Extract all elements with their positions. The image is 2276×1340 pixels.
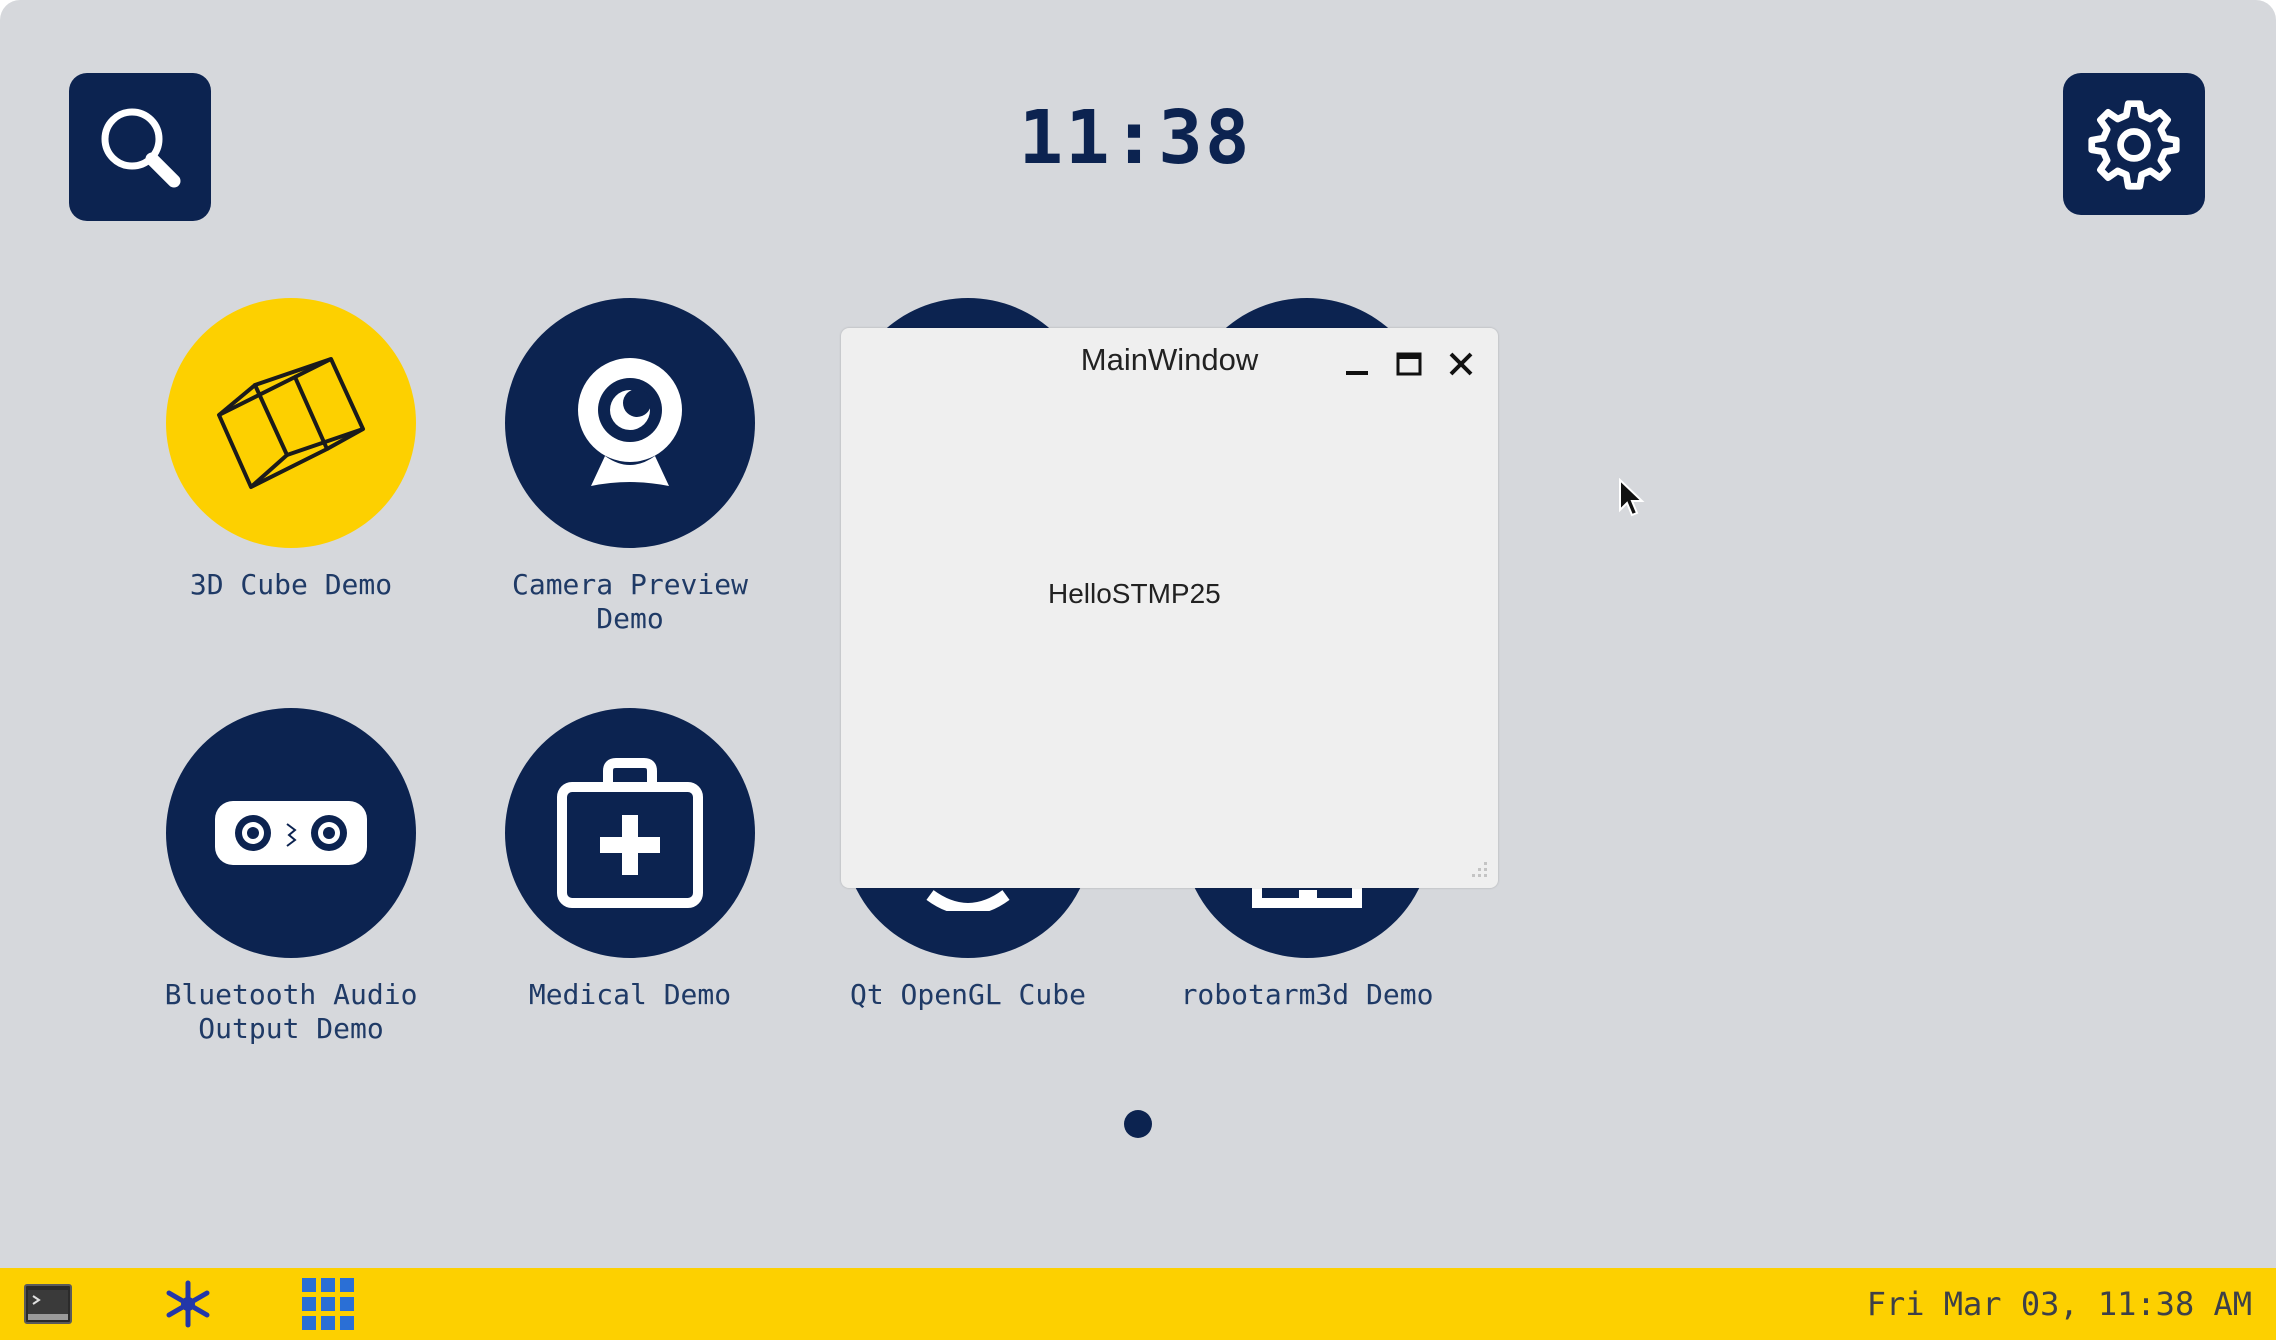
window-titlebar[interactable]: MainWindow	[841, 328, 1498, 394]
app-label: Medical Demo	[528, 978, 732, 1011]
app-label: Bluetooth Audio Output Demo	[164, 978, 418, 1045]
app-icon-circle	[166, 708, 416, 958]
taskbar: Fri Mar 03, 11:38 AM	[0, 1268, 2276, 1340]
window-content-label: HelloSTMP25	[1048, 578, 1221, 609]
app-3d-cube-demo[interactable]: 3D Cube Demo	[121, 298, 461, 602]
app-icon-circle	[505, 708, 755, 958]
speaker-icon	[215, 801, 367, 865]
app-label: Qt OpenGL Cube	[849, 978, 1086, 1011]
terminal-icon	[24, 1284, 72, 1324]
app-medical-demo[interactable]: Medical Demo	[460, 708, 800, 1012]
page-indicator-dot[interactable]	[1124, 1110, 1152, 1138]
cube-icon	[217, 357, 365, 489]
close-button[interactable]	[1443, 346, 1479, 382]
app-label: 3D Cube Demo	[189, 568, 393, 601]
close-icon	[1449, 352, 1473, 376]
resize-grip-icon[interactable]	[1466, 856, 1490, 880]
gear-icon	[2088, 100, 2180, 190]
app-grid-button[interactable]	[298, 1276, 358, 1332]
launcher-button[interactable]	[160, 1276, 216, 1332]
maximize-button[interactable]	[1391, 346, 1427, 382]
search-icon	[101, 108, 181, 188]
minimize-icon	[1346, 371, 1368, 375]
app-icon-circle	[166, 298, 416, 548]
app-icon-circle	[505, 298, 755, 548]
webcam-icon	[578, 358, 682, 486]
settings-button[interactable]	[2063, 73, 2205, 215]
taskbar-datetime[interactable]: Fri Mar 03, 11:38 AM	[1867, 1282, 2252, 1326]
app-label: Camera Preview Demo	[511, 568, 748, 635]
medical-kit-icon	[557, 758, 703, 908]
main-window: MainWindow HelloSTMP25	[841, 328, 1498, 888]
mouse-cursor-icon	[1619, 478, 1645, 517]
app-label: robotarm3d Demo	[1180, 978, 1434, 1011]
maximize-icon	[1396, 352, 1422, 376]
app-grid-icon	[302, 1278, 354, 1330]
desktop-screen: 11:38 3D Cube Demo Camera Preview Demo B…	[0, 0, 2276, 1340]
terminal-button[interactable]	[22, 1276, 74, 1332]
app-bluetooth-audio-output-demo[interactable]: Bluetooth Audio Output Demo	[121, 708, 461, 1046]
minimize-button[interactable]	[1339, 346, 1375, 382]
asterisk-icon	[166, 1280, 210, 1328]
clock: 11:38	[1018, 95, 1252, 181]
app-camera-preview-demo[interactable]: Camera Preview Demo	[460, 298, 800, 636]
search-button[interactable]	[69, 73, 211, 221]
